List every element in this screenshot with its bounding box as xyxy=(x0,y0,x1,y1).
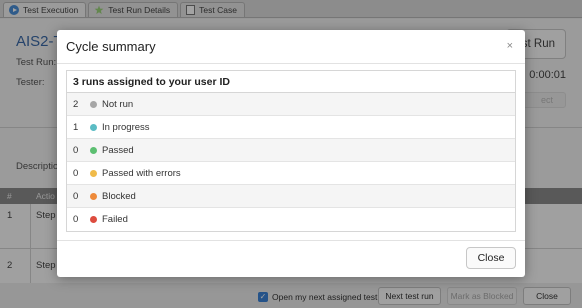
status-dot-icon xyxy=(90,169,97,177)
status-label: Passed with errors xyxy=(102,167,181,179)
cycle-summary-dialog: Cycle summary × 3 runs assigned to your … xyxy=(57,30,525,277)
summary-table: 3 runs assigned to your user ID 2 Not run… xyxy=(66,70,516,232)
status-row: 2 Not run xyxy=(67,93,515,116)
status-row: 0 Failed xyxy=(67,208,515,231)
close-icon[interactable]: × xyxy=(507,40,513,52)
status-label: Blocked xyxy=(102,190,136,202)
status-count: 0 xyxy=(73,190,79,202)
dialog-close-button[interactable]: Close xyxy=(466,247,516,269)
status-label: Passed xyxy=(102,144,134,156)
dialog-footer: Close xyxy=(57,240,525,277)
dialog-header: Cycle summary × xyxy=(57,30,525,64)
status-count: 0 xyxy=(73,167,79,179)
status-dot-icon xyxy=(90,192,97,200)
status-row: 0 Passed xyxy=(67,139,515,162)
status-label: Not run xyxy=(102,98,134,110)
status-row: 1 In progress xyxy=(67,116,515,139)
status-dot-icon xyxy=(90,216,97,223)
status-label: In progress xyxy=(102,121,150,133)
status-count: 1 xyxy=(73,121,79,133)
status-count: 0 xyxy=(73,214,79,225)
dialog-title: Cycle summary xyxy=(66,39,156,54)
status-count: 0 xyxy=(73,144,79,156)
status-dot-icon xyxy=(90,146,97,154)
status-row: 0 Blocked xyxy=(67,185,515,208)
status-dot-icon xyxy=(90,123,97,131)
summary-header: 3 runs assigned to your user ID xyxy=(67,71,515,93)
status-row: 0 Passed with errors xyxy=(67,162,515,185)
status-label: Failed xyxy=(102,214,128,225)
status-dot-icon xyxy=(90,100,97,108)
status-count: 2 xyxy=(73,98,79,110)
